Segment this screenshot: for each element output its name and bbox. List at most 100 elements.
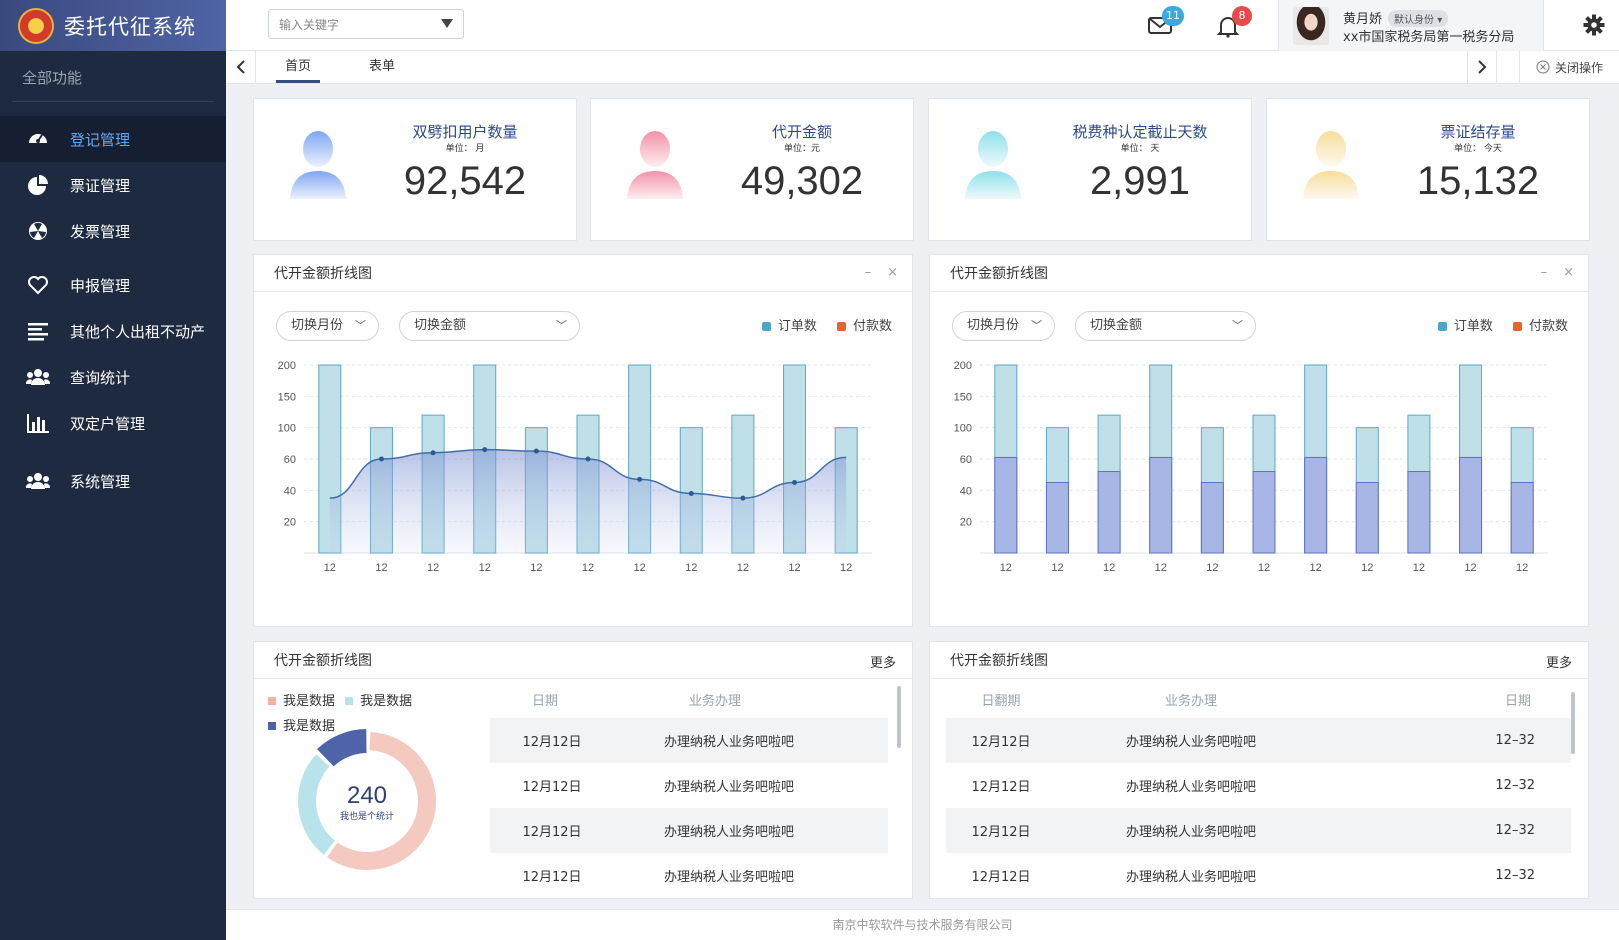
tab-next-button[interactable] [1467, 51, 1497, 83]
bar-payments [1045, 482, 1069, 554]
avatar [1293, 7, 1329, 45]
sidebar-item-query-stats[interactable]: 查询统计 [0, 354, 226, 400]
cell-task: 办理纳税人业务吧啦吧 [663, 825, 794, 840]
cell-date: 12月12日 [971, 780, 1031, 795]
sidebar-item-declaration[interactable]: 申报管理 [0, 262, 226, 308]
role-dropdown[interactable]: 默认身份 ▾ [1388, 10, 1449, 27]
x-tick-label: 12 [1361, 562, 1373, 574]
x-tick-label: 12 [1464, 562, 1476, 574]
close-icon[interactable]: × [1563, 265, 1574, 280]
y-tick-label: 200 [954, 360, 972, 372]
x-tick-label: 12 [530, 562, 542, 574]
table-row[interactable]: 12月12日 办理纳税人业务吧啦吧 12–32 [946, 853, 1571, 898]
legend-item: 订单数 [1437, 319, 1493, 334]
month-select[interactable]: 切换月份 ﹀ [276, 311, 379, 341]
sidebar-item-system[interactable]: 系统管理 [0, 458, 226, 504]
y-tick-label: 20 [960, 517, 972, 529]
sidebar-item-rental-property[interactable]: 其他个人出租不动产 [0, 308, 226, 354]
user-name-row: 黄月娇 默认身份 ▾ [1343, 8, 1449, 27]
minimize-icon[interactable]: – [865, 265, 872, 280]
mail-button[interactable]: 11 [1148, 6, 1184, 38]
search-input[interactable]: 输入关键字 [268, 9, 464, 39]
dropdown-caret-icon[interactable] [441, 19, 453, 28]
column-header-task: 业务办理 [1164, 693, 1217, 709]
x-tick-label: 12 [375, 562, 387, 574]
legend-label: 我是数据 [283, 694, 336, 709]
sidebar-item-invoice[interactable]: 发票管理 [0, 208, 226, 254]
x-tick-label: 12 [1206, 562, 1218, 574]
x-tick-label: 12 [324, 562, 336, 574]
stat-title: 代开金额 [771, 123, 832, 141]
panel-title: 代开金额折线图 [274, 266, 372, 282]
legend-label: 付款数 [852, 319, 892, 334]
legend-item: 付款数 [1512, 319, 1568, 334]
all-functions-label[interactable]: 全部功能 [0, 51, 226, 97]
chevron-down-icon: ﹀ [556, 319, 567, 332]
tab-prev-button[interactable] [226, 51, 256, 83]
cell-date: 12月12日 [971, 825, 1031, 840]
legend-swatch [268, 697, 276, 705]
user-profile[interactable]: 黄月娇 默认身份 ▾ xx市国家税务局第一税务分局 [1278, 0, 1544, 51]
bar-payments [1459, 456, 1483, 554]
stat-title: 票证结存量 [1440, 123, 1516, 141]
settings-button[interactable] [1583, 14, 1605, 40]
close-operations-button[interactable]: 关闭操作 [1519, 51, 1619, 83]
payments-point [688, 490, 694, 496]
more-link[interactable]: 更多 [870, 652, 896, 671]
bar-payments [1097, 471, 1121, 554]
scrollbar-thumb[interactable] [897, 686, 901, 748]
sidebar-item-label: 查询统计 [70, 368, 131, 387]
donut-slice [317, 729, 368, 767]
month-select[interactable]: 切换月份 ﹀ [952, 311, 1055, 341]
amount-select-value: 切换金额 [414, 318, 467, 333]
legend-item: 我是数据 [268, 694, 335, 709]
table-row[interactable]: 12月12日 办理纳税人业务吧啦吧 12–32 [946, 718, 1571, 763]
stacked-bar-chart: 20 40 60 100 150 200 12 12 12 12 12 12 12 12 12 12 12 [954, 360, 1548, 574]
scrollbar-thumb[interactable] [1571, 692, 1575, 754]
table-row[interactable]: 12月12日 办理纳税人业务吧啦吧 [490, 718, 888, 763]
x-tick-label: 12 [840, 562, 852, 574]
top-bar: 输入关键字 11 8 黄月娇 默认身份 ▾ xx市国家税务局第一税务分局 [226, 0, 1619, 51]
legend-swatch [1512, 322, 1522, 331]
tab-form[interactable]: 表单 [362, 51, 402, 83]
cell-date: 12月12日 [522, 825, 582, 840]
cell-code: 12–32 [1495, 868, 1535, 883]
bar-payments [1407, 471, 1431, 554]
table-row[interactable]: 12月12日 办理纳税人业务吧啦吧 12–32 [946, 763, 1571, 808]
table-row[interactable]: 12月12日 办理纳税人业务吧啦吧 [490, 808, 888, 853]
table-row[interactable]: 12月12日 办理纳税人业务吧啦吧 [490, 853, 888, 898]
minimize-icon[interactable]: – [1541, 265, 1548, 280]
list-icon [26, 319, 50, 343]
data-table: 日翻期 业务办理 日期 12月12日 办理纳税人业务吧啦吧 12–32 12月12日办… [946, 680, 1571, 898]
panel-controls: – × [1525, 265, 1574, 280]
user-name: 黄月娇 [1343, 12, 1383, 27]
stat-value: 2,991 [1089, 159, 1191, 203]
y-tick-label: 20 [284, 517, 296, 529]
donut-chart: 240我也是个统计 [298, 729, 436, 870]
table-header: 日期 业务办理 [490, 680, 888, 718]
sidebar-item-tickets[interactable]: 票证管理 [0, 162, 226, 208]
stat-unit: 单位： 月 [445, 144, 485, 154]
legend-item: 我是数据 [345, 694, 412, 709]
tab-home[interactable]: 首页 [276, 51, 320, 83]
legend-item: 订单数 [761, 319, 817, 334]
chart-legend: 订单数 付款数 [746, 315, 892, 334]
sidebar-item-registration[interactable]: 登记管理 [0, 116, 226, 162]
legend-item: 付款数 [836, 319, 892, 334]
notification-button[interactable]: 8 [1216, 6, 1252, 38]
panel-title: 代开金额折线图 [274, 653, 372, 669]
gear-icon [1583, 14, 1605, 36]
amount-select[interactable]: 切换金额 ﹀ [399, 311, 580, 341]
donut-slice [298, 754, 336, 855]
panel-controls: – × [849, 265, 898, 280]
table-row[interactable]: 12月12日 办理纳税人业务吧啦吧 12–32 [946, 808, 1571, 853]
more-link[interactable]: 更多 [1546, 652, 1572, 671]
sidebar-item-fixed-households[interactable]: 双定户管理 [0, 400, 226, 446]
amount-select[interactable]: 切换金额 ﹀ [1075, 311, 1256, 341]
stat-title: 税费种认定截止天数 [1072, 123, 1208, 141]
chart-panel-2: 代开金额折线图 – × 切换月份 ﹀ 切换金额 ﹀ 订单数 付款数 20 40 60 100… [929, 254, 1589, 627]
panel-header: 代开金额折线图 更多 [254, 642, 912, 679]
close-icon[interactable]: × [887, 265, 898, 280]
table-row[interactable]: 12月12日 办理纳税人业务吧啦吧 [490, 763, 888, 808]
tab-bar: 首页 表单 关闭操作 [226, 51, 1619, 84]
